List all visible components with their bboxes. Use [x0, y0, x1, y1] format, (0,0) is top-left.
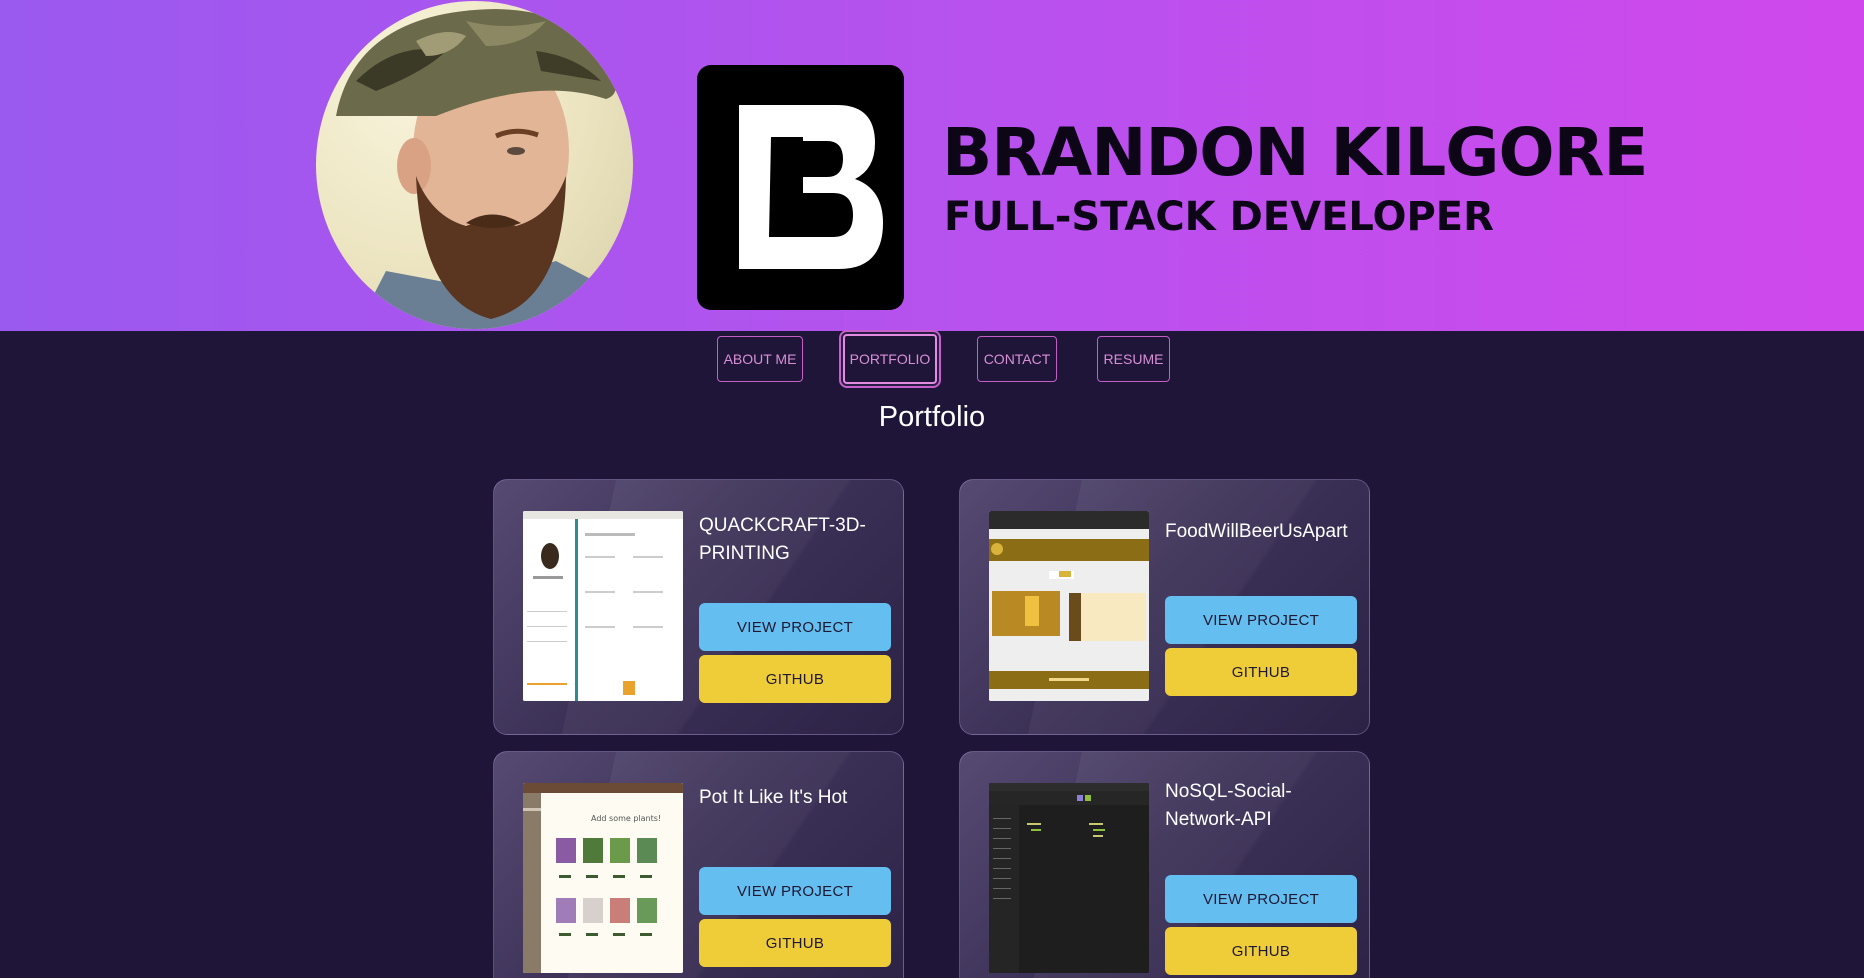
brand-name: BRANDON KILGORE [942, 114, 1648, 191]
section-title: Portfolio [878, 401, 986, 433]
project-title: QUACKCRAFT-3D-PRINTING [699, 515, 866, 564]
brand-logo [697, 65, 904, 310]
project-screenshot [989, 783, 1149, 973]
github-button[interactable]: GITHUB [699, 655, 891, 703]
nav-about-me[interactable]: ABOUT ME [717, 336, 803, 382]
project-card: NoSQL-Social-Network-API VIEW PROJECT GI… [959, 751, 1370, 978]
project-screenshot [989, 511, 1149, 701]
view-project-button[interactable]: VIEW PROJECT [699, 867, 891, 915]
project-screenshot: Add some plants! [523, 783, 683, 973]
nav-resume[interactable]: RESUME [1097, 336, 1170, 382]
project-card: QUACKCRAFT-3D-PRINTING VIEW PROJECT GITH… [493, 479, 904, 735]
project-screenshot [523, 511, 683, 701]
view-project-button[interactable]: VIEW PROJECT [1165, 596, 1357, 644]
github-button[interactable]: GITHUB [1165, 927, 1357, 975]
project-title: FoodWillBeerUsApart [1165, 521, 1348, 542]
nav-portfolio[interactable]: PORTFOLIO [843, 334, 937, 384]
project-title: Pot It Like It's Hot [699, 787, 848, 808]
brand-role: FULL-STACK DEVELOPER [944, 194, 1494, 240]
page: BRANDON KILGORE FULL-STACK DEVELOPER ABO… [0, 0, 1864, 978]
profile-photo [316, 1, 633, 329]
github-button[interactable]: GITHUB [1165, 648, 1357, 696]
view-project-button[interactable]: VIEW PROJECT [699, 603, 891, 651]
thumb-heading: Add some plants! [591, 814, 661, 823]
nav-contact[interactable]: CONTACT [977, 336, 1057, 382]
github-button[interactable]: GITHUB [699, 919, 891, 967]
project-title: NoSQL-Social-Network-API [1165, 781, 1292, 830]
project-card: FoodWillBeerUsApart VIEW PROJECT GITHUB [959, 479, 1370, 735]
view-project-button[interactable]: VIEW PROJECT [1165, 875, 1357, 923]
header-banner: BRANDON KILGORE FULL-STACK DEVELOPER [0, 0, 1864, 331]
project-card: Add some plants! Pot It Like It's Hot VI… [493, 751, 904, 978]
